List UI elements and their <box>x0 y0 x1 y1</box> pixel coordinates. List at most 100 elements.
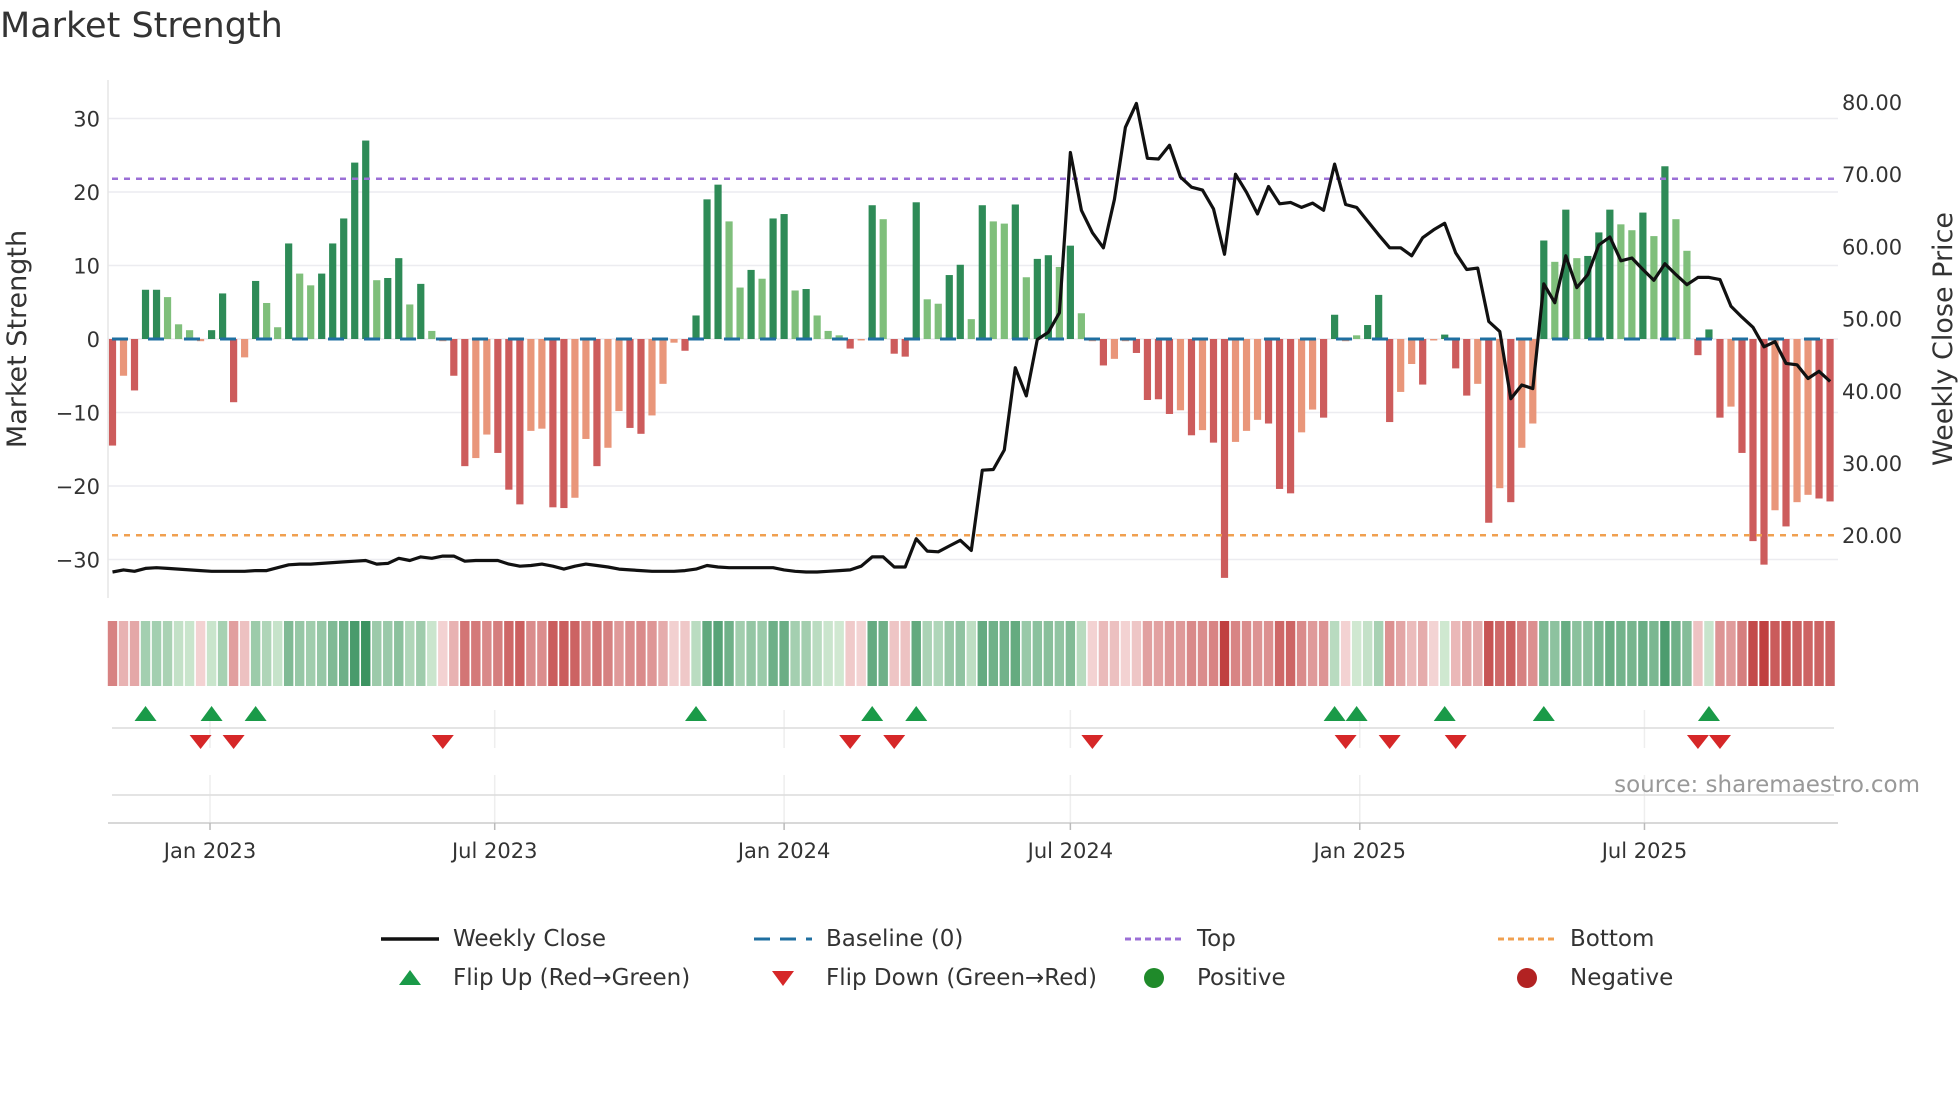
flip-up-marker <box>1323 706 1346 721</box>
strength-bar <box>1738 339 1746 453</box>
strength-bar <box>1760 339 1768 565</box>
heat-strip-cell <box>129 621 140 686</box>
heat-strip-cell <box>1462 621 1472 686</box>
heat-strip-cell <box>1175 621 1186 686</box>
x-tick-label: Jul 2024 <box>1026 839 1113 863</box>
strength-bar <box>1176 339 1185 411</box>
strength-bar <box>593 339 601 467</box>
heat-strip-cell <box>911 621 921 686</box>
heat-strip-cell <box>1825 621 1835 686</box>
flip-up-marker <box>1532 706 1555 721</box>
strength-bar <box>560 339 568 509</box>
heat-strip-cell <box>140 621 151 686</box>
heat-strip-cell <box>801 621 811 686</box>
heat-strip-cell <box>239 621 250 686</box>
strength-bar <box>1110 339 1119 359</box>
flip-up-marker <box>200 706 223 721</box>
heat-strip-cell <box>339 621 349 686</box>
strength-bar <box>1452 339 1460 369</box>
strength-bar <box>1628 230 1636 339</box>
heat-strip-cell <box>1274 621 1285 686</box>
heat-strip-cell <box>327 621 338 686</box>
strength-bar <box>1375 294 1383 339</box>
strength-bar <box>747 269 755 339</box>
heat-strip-cell <box>878 621 888 686</box>
heat-strip-cell <box>283 621 294 686</box>
strength-bar <box>174 324 183 339</box>
heat-strip-cell <box>1054 621 1065 686</box>
strength-bar <box>813 315 821 339</box>
heat-strip-cell <box>1781 621 1791 686</box>
heat-strip-cell <box>1142 621 1153 686</box>
strength-bar <box>978 205 986 339</box>
y2-tick-label: 30.00 <box>1842 452 1902 476</box>
flip-down-marker <box>431 735 454 749</box>
strength-bar <box>1066 245 1074 339</box>
strength-bar <box>1507 339 1515 503</box>
strength-bar <box>505 339 513 490</box>
flip-down-marker <box>1708 735 1731 749</box>
strength-bar <box>1220 339 1229 578</box>
heat-strip-cell <box>515 621 525 686</box>
y2-tick-label: 80.00 <box>1842 91 1902 115</box>
heat-strip-cell <box>1495 621 1505 686</box>
heat-strip-cell <box>977 621 987 686</box>
heat-strip-cell <box>405 621 415 686</box>
heat-strip-cell <box>636 621 646 686</box>
source-text: source: sharemaestro.com <box>1614 772 1920 798</box>
heat-strip-cell <box>1043 621 1054 686</box>
heat-strip-cell <box>184 621 195 686</box>
strength-bar <box>582 339 590 439</box>
heat-strip-cell <box>581 621 591 686</box>
heat-strip-cell <box>548 621 558 686</box>
heat-strip-cell <box>856 621 866 686</box>
strength-bars <box>108 140 1834 578</box>
strength-bar <box>1154 339 1163 400</box>
strength-bar <box>538 339 546 429</box>
heat-strip-cell <box>1660 621 1670 686</box>
heat-strip-cell <box>1638 621 1648 686</box>
y-tick-label: −30 <box>56 549 100 573</box>
heat-strip-cell <box>1704 621 1714 686</box>
heat-strip-cell <box>757 621 767 686</box>
heat-strip-cell <box>1285 621 1296 686</box>
strength-bar <box>1077 313 1085 339</box>
heat-strip-cell <box>1406 621 1417 686</box>
strength-bar <box>1661 166 1669 339</box>
strength-bar <box>1650 236 1658 339</box>
y-tick-label: 30 <box>73 108 100 132</box>
strength-bar <box>318 273 326 339</box>
heat-strip-cell <box>570 621 580 686</box>
heat-strip-cell <box>305 621 316 686</box>
heat-strip-cell <box>1693 621 1703 686</box>
heat-strip-cell <box>1131 621 1142 686</box>
heat-strip-cell <box>316 621 327 686</box>
heat-strip-cell <box>1219 621 1230 686</box>
heat-strip-cell <box>559 621 569 686</box>
market-strength-chart: 30 20 10 0 −10 −20 −30 80.00 70.00 60.00 50.00 40.0… <box>2 80 1959 863</box>
strength-bar <box>483 339 491 435</box>
strength-bar <box>108 339 117 446</box>
strength-bar <box>1639 212 1647 339</box>
heat-strip-cell <box>1451 621 1461 686</box>
heat-strip-cell <box>1770 621 1780 686</box>
heat-strip-cell <box>1329 621 1340 686</box>
strength-bar <box>714 184 722 339</box>
strength-bar <box>285 243 293 339</box>
heat-strip-cell <box>427 621 437 686</box>
y-tick-label: 0 <box>87 328 100 352</box>
strength-bar <box>648 339 656 416</box>
strength-bar <box>791 290 799 339</box>
heat-strip-cell <box>261 621 272 686</box>
strength-bar <box>1242 339 1251 431</box>
strength-bar <box>1297 339 1306 433</box>
strength-bar <box>417 283 425 339</box>
heat-strip-cell <box>1197 621 1208 686</box>
heat-strip-cell <box>151 621 162 686</box>
strength-bar <box>1132 339 1141 353</box>
strength-bar <box>406 304 414 339</box>
strength-bar <box>1826 339 1834 502</box>
strength-bar <box>1033 258 1041 339</box>
heat-strip-cell <box>482 621 492 686</box>
flip-down-marker <box>883 735 906 749</box>
